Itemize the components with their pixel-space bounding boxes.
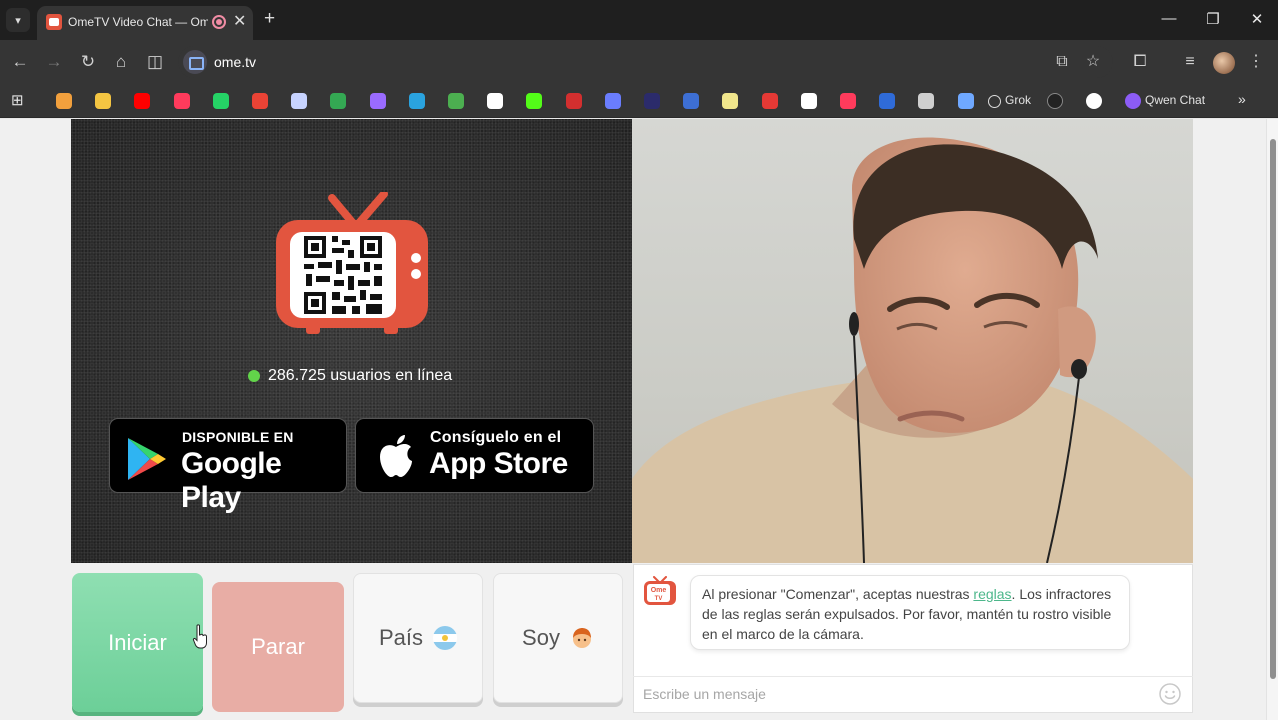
google-play-small-text: DISPONIBLE EN [182,429,294,445]
gender-button-label: Soy [522,625,560,650]
apps-grid-icon[interactable]: ⊞ [11,91,24,109]
bookmark-telegram[interactable] [409,93,425,109]
profile-avatar[interactable] [1213,52,1235,74]
chat-logo-bottom-text: TV [655,596,663,602]
app-store-big-text: App Store [429,447,568,480]
google-play-big-text: Google Play [181,447,282,514]
system-message-bubble: Al presionar "Comenzar", aceptas nuestra… [690,575,1130,650]
app-store-button[interactable]: Consíguelo en el App Store [355,418,594,493]
url-text: ome.tv [214,54,257,70]
bookmark-blue[interactable] [605,93,621,109]
bookmark-ai[interactable] [683,93,699,109]
back-button[interactable]: ← [9,52,31,72]
bookmark-grok[interactable]: Grok [1005,93,1031,107]
bookmark-game[interactable] [448,93,464,109]
rules-link[interactable]: reglas [973,586,1011,602]
bookmark-324[interactable] [566,93,582,109]
bookmark-whatsapp[interactable] [213,93,229,109]
bookmark-openai[interactable] [918,93,934,109]
tab-title: OmeTV Video Chat — Ome [68,15,208,29]
chevron-down-icon: ▾ [15,14,21,27]
app-store-small-text: Consíguelo en el [430,429,562,446]
bookmark-c[interactable] [801,93,817,109]
recording-icon [212,15,226,29]
online-dot-icon [248,370,260,382]
local-camera-video [632,119,1193,563]
bookmark-rocket[interactable] [370,93,386,109]
argentina-flag-icon [433,626,458,650]
google-play-button[interactable]: DISPONIBLE EN Google Play [109,418,347,514]
ometv-chat-logo-icon: Ome TV [644,576,676,605]
bookmark-yellow[interactable] [722,93,738,109]
grok-icon [988,95,1001,108]
boy-emoji-icon [572,628,591,648]
bookmark-in[interactable] [56,93,72,109]
tv-qr-logo-icon [276,192,428,334]
menu-icon[interactable]: ⋮ [1245,52,1267,72]
bookmark-qwen[interactable]: Qwen Chat [1145,93,1205,107]
bookmark-music[interactable] [174,93,190,109]
camera-person-image [632,137,1193,563]
qwen-icon [1125,93,1141,109]
scrollbar-thumb[interactable] [1270,139,1276,679]
tab-strip: ▾ OmeTV Video Chat — Ome ✕ + — ❐ ✕ [0,0,1278,40]
chat-divider [633,676,1193,677]
bookmark-p-red[interactable] [840,93,856,109]
close-tab-icon[interactable]: ✕ [233,11,246,31]
cast-icon[interactable]: ⧉ [1051,52,1073,72]
bookmark-paypal[interactable] [879,93,895,109]
bookmark-tiktok[interactable] [487,93,503,109]
new-tab-button[interactable]: + [264,9,275,29]
bookmark-kick[interactable] [526,93,542,109]
bookmark-cloud[interactable] [291,93,307,109]
page-scrollbar[interactable] [1266,119,1278,720]
ometv-favicon-icon [46,14,62,30]
browser-toolbar: ← → ↻ ⌂ ◫ ome.tv ⧉ ☆ ⧠ ≡ ⋮ [0,40,1278,84]
gender-selector-button[interactable]: Soy [493,573,623,703]
country-button-label: País [378,625,424,650]
start-button[interactable]: Iniciar [72,573,203,712]
start-button-label: Iniciar [108,629,167,655]
bookmark-drive[interactable] [330,93,346,109]
extensions-icon[interactable]: ⧠ [1129,52,1151,72]
bookmark-cloud-white[interactable] [1086,93,1102,109]
restore-button[interactable]: ❐ [1203,10,1223,28]
stop-button-label: Parar [251,634,305,659]
site-info-icon[interactable] [183,50,207,74]
online-users-count: 286.725 usuarios en línea [268,367,453,384]
chat-logo-top-text: Ome [651,587,667,594]
tab-search-button[interactable]: ▾ [6,8,30,32]
country-selector-button[interactable]: País [353,573,483,703]
bookmark-sp[interactable] [762,93,778,109]
mouse-cursor-icon [192,624,207,649]
more-bookmarks-icon[interactable]: » [1238,91,1246,107]
split-view-button[interactable]: ◫ [144,52,166,72]
chat-message-input[interactable] [643,686,1143,702]
bookmark-gmail[interactable] [252,93,268,109]
active-tab[interactable]: OmeTV Video Chat — Ome ✕ [37,6,253,40]
message-text-before: Al presionar "Comenzar", aceptas nuestra… [702,586,974,602]
bookmark-p-dark[interactable] [644,93,660,109]
bookmark-dark-circle[interactable] [1047,93,1063,109]
close-window-button[interactable]: ✕ [1247,10,1267,28]
online-users-indicator: 286.725 usuarios en línea [248,367,452,385]
emoji-smiley-icon[interactable] [1159,683,1181,705]
forward-button[interactable]: → [43,52,65,72]
stop-button[interactable]: Parar [212,582,344,712]
media-controls-icon[interactable]: ≡ [1179,52,1201,72]
bookmark-star-icon[interactable]: ☆ [1082,52,1104,72]
home-button[interactable]: ⌂ [110,52,132,72]
address-bar[interactable]: ome.tv [178,46,1113,78]
minimize-button[interactable]: — [1159,10,1179,27]
bookmarks-bar: ⊞ Grok Qwen Chat » [0,84,1278,118]
apple-icon [380,435,412,477]
google-play-icon [128,438,166,480]
bookmark-pencil[interactable] [95,93,111,109]
reload-button[interactable]: ↻ [77,52,99,72]
bookmark-youtube[interactable] [134,93,150,109]
remote-video-panel [71,119,632,563]
bookmark-gemini[interactable] [958,93,974,109]
